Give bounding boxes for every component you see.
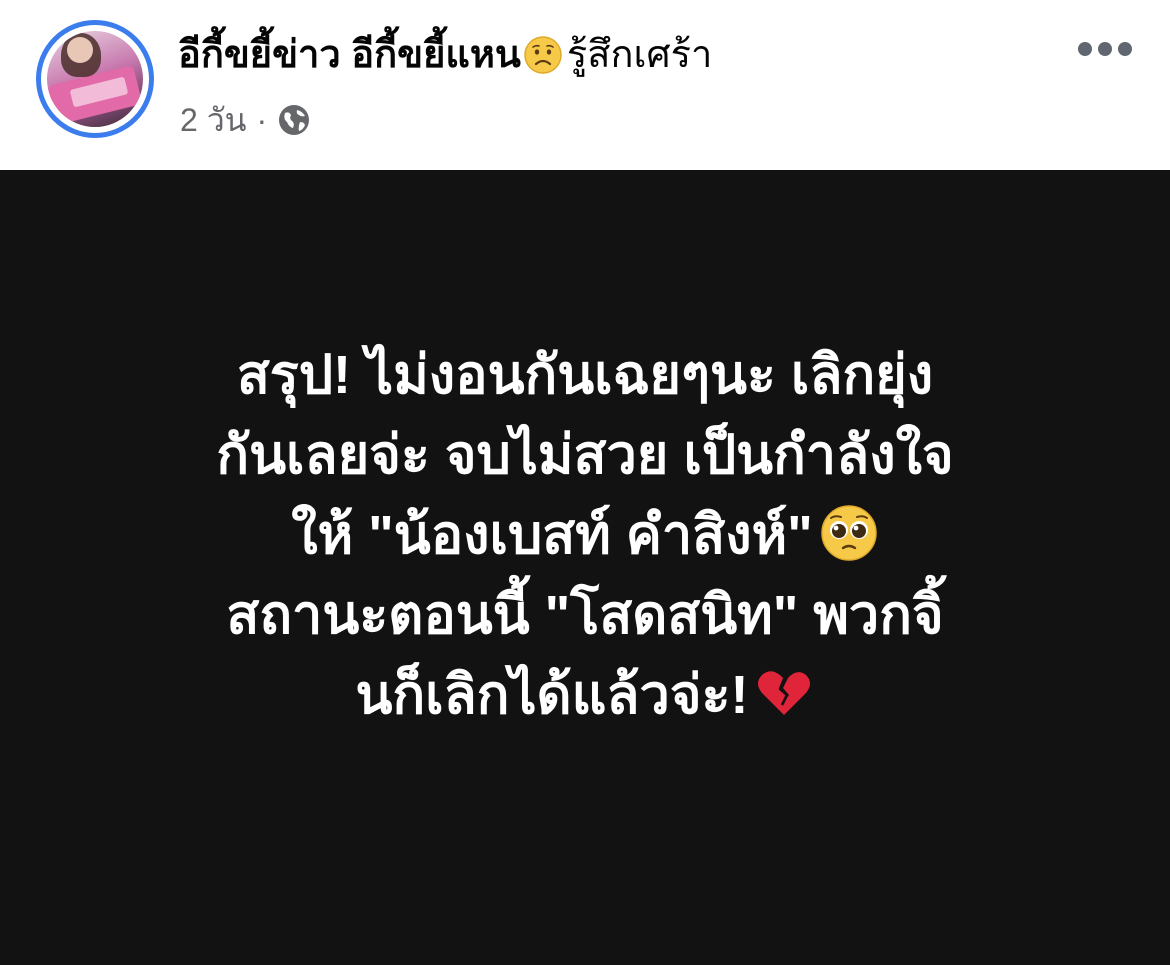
post-text-line-5: นก็เลิกได้แล้วจ่ะ! <box>355 665 749 725</box>
author-line: อีกี้ขยี้ข่าว อีกี้ขยี้แหน รู้สึกเศร้า <box>178 30 712 80</box>
globe-icon[interactable] <box>277 103 311 137</box>
meta-separator: · <box>256 102 268 138</box>
post-text: สรุป! ไม่งอนกันเฉยๆนะ เลิกยุ่ง กันเลยจ่ะ… <box>40 335 1130 735</box>
author-name[interactable]: อีกี้ขยี้ข่าว อีกี้ขยี้แหน <box>178 34 521 76</box>
post-text-line-1: สรุป! ไม่งอนกันเฉยๆนะ เลิกยุ่ง <box>236 345 934 405</box>
broken-heart-emoji-icon <box>758 671 811 715</box>
pleading-face-emoji-icon <box>821 505 877 561</box>
feeling-label: รู้สึกเศร้า <box>566 34 713 76</box>
sad-face-emoji-icon <box>524 36 562 74</box>
post-header: อีกี้ขยี้ข่าว อีกี้ขยี้แหน รู้สึกเศร้า 2… <box>0 0 1170 170</box>
post-text-line-4: สถานะตอนนี้ "โสดสนิท" พวกจิ้ <box>226 585 944 645</box>
post-timestamp[interactable]: 2 วัน <box>180 102 247 138</box>
post-content: สรุป! ไม่งอนกันเฉยๆนะ เลิกยุ่ง กันเลยจ่ะ… <box>0 170 1170 965</box>
avatar[interactable] <box>47 31 143 127</box>
avatar-photo-face <box>67 37 93 63</box>
post-text-line-2: กันเลยจ่ะ จบไม่สวย เป็นกำลังใจ <box>216 425 954 485</box>
post-text-line-3: ให้ "น้องเบสท์ คำสิงห์" <box>291 505 813 565</box>
post-meta: 2 วัน · <box>180 98 311 142</box>
more-options-icon[interactable] <box>1078 36 1134 64</box>
post-text-line-5-wrap: นก็เลิกได้แล้วจ่ะ! <box>40 655 1130 735</box>
post-text-line-3-wrap: ให้ "น้องเบสท์ คำสิงห์" <box>40 495 1130 575</box>
profile-avatar-ring[interactable] <box>36 20 154 138</box>
